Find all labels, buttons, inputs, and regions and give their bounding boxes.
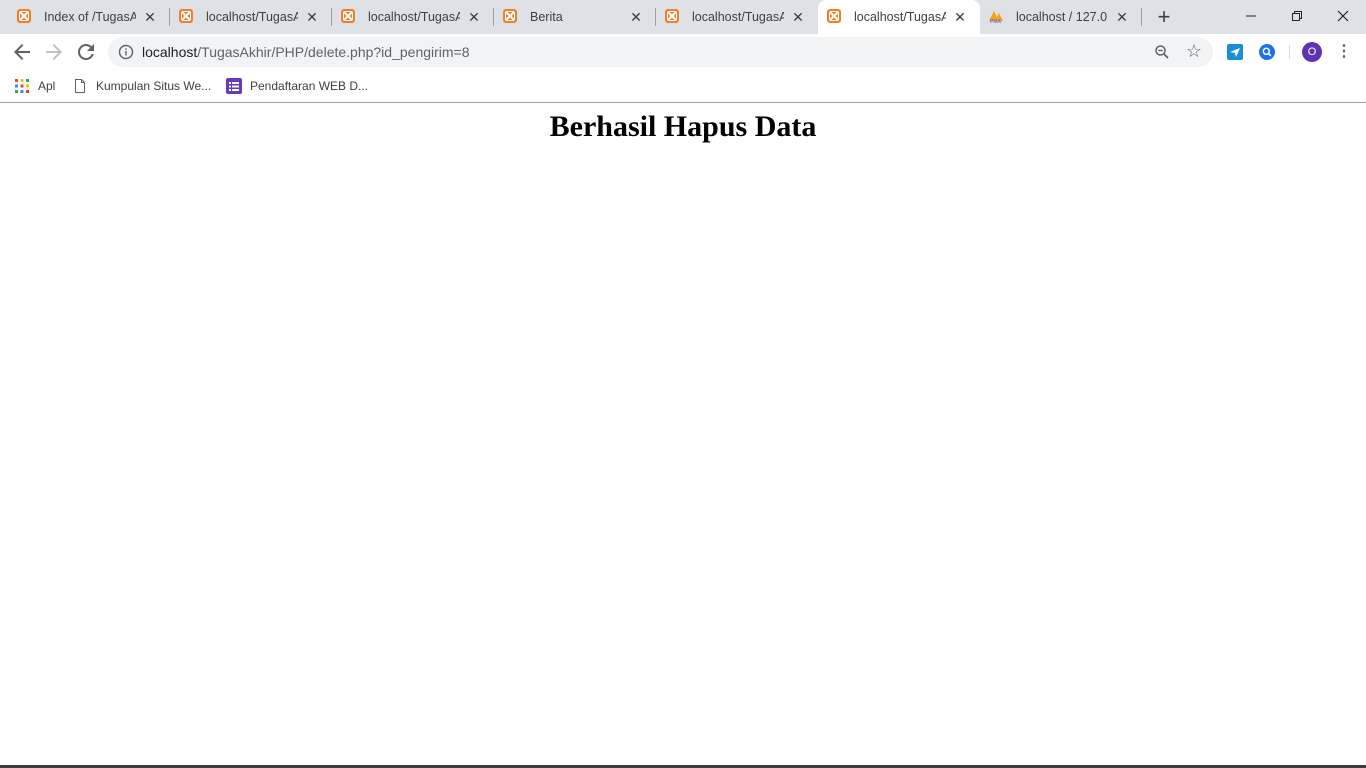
tab-index-of[interactable]: Index of /TugasAkhir ✕ — [8, 0, 170, 34]
bookmark-label: Pendaftaran WEB D... — [250, 79, 369, 93]
tab-title: Berita — [530, 10, 563, 24]
xampp-icon — [341, 9, 355, 23]
tab-title: Index of /TugasAkhir — [44, 10, 136, 24]
page-heading: Berhasil Hapus Data — [549, 110, 817, 143]
tab-berita[interactable]: Berita ✕ — [494, 0, 656, 34]
phpmyadmin-icon: PMA — [989, 11, 1003, 24]
forward-arrow-icon — [46, 44, 62, 60]
xampp-icon — [503, 9, 517, 23]
extension-search-icon[interactable] — [1259, 44, 1275, 60]
form-icon — [226, 78, 242, 94]
bookmarks-bar: Apl Kumpulan Situs We... Pendaftaran WEB… — [0, 70, 1366, 103]
toolbar-divider — [1289, 45, 1290, 59]
browser-menu-icon[interactable]: ⋮ — [1336, 42, 1352, 62]
tab-title: localhost/TugasAkhir — [368, 10, 460, 24]
bookmark-apps[interactable]: Apl — [14, 76, 55, 96]
bookmark-label: Kumpulan Situs We... — [96, 79, 212, 93]
tab-phpmyadmin[interactable]: PMA localhost / 127.0.0.1 ✕ — [980, 0, 1142, 34]
bookmark-label: Apl — [38, 79, 56, 93]
close-icon — [1337, 10, 1349, 22]
reload-icon — [77, 43, 94, 60]
tab-localhost-1[interactable]: localhost/TugasAkhir ✕ — [170, 0, 332, 34]
bookmark-star-icon[interactable]: ☆ — [1185, 42, 1203, 60]
extension-send-icon[interactable] — [1227, 44, 1243, 60]
back-button[interactable] — [10, 40, 34, 64]
address-bar[interactable]: localhost/TugasAkhir/PHP/delete.php?id_p… — [108, 37, 1213, 67]
tab-close-icon[interactable]: ✕ — [304, 9, 320, 25]
url-path: /TugasAkhir/PHP/delete.php?id_pengirim=8 — [197, 44, 470, 60]
tab-title: localhost / 127.0.0.1 — [1016, 10, 1108, 24]
tab-close-icon[interactable]: ✕ — [1114, 9, 1130, 25]
close-window-button[interactable] — [1320, 0, 1366, 30]
tab-localhost-2[interactable]: localhost/TugasAkhir ✕ — [332, 0, 494, 34]
tab-title: localhost/TugasAkhir — [854, 10, 946, 24]
tab-close-icon[interactable]: ✕ — [790, 9, 806, 25]
xampp-icon — [827, 9, 841, 23]
reload-button[interactable] — [74, 40, 98, 64]
tab-close-icon[interactable]: ✕ — [142, 9, 158, 25]
tab-strip: Index of /TugasAkhir ✕ localhost/TugasAk… — [0, 0, 1366, 34]
apps-grid-icon — [15, 79, 29, 93]
url-host: localhost — [142, 44, 198, 60]
tab-divider — [1141, 8, 1142, 26]
tab-close-icon[interactable]: ✕ — [628, 9, 644, 25]
svg-text:PMA: PMA — [990, 19, 1002, 24]
tab-title: localhost/TugasAkhir — [206, 10, 298, 24]
tab-close-icon[interactable]: ✕ — [466, 9, 482, 25]
bookmark-pendaftaran-web[interactable]: Pendaftaran WEB D... — [226, 76, 368, 96]
tab-close-icon[interactable]: ✕ — [952, 9, 968, 25]
profile-avatar[interactable]: O — [1302, 42, 1322, 62]
tab-title: localhost/TugasAkhir — [692, 10, 784, 24]
page-icon — [75, 79, 85, 93]
forward-button[interactable] — [42, 40, 66, 64]
info-icon[interactable] — [118, 44, 134, 60]
restore-button[interactable] — [1274, 0, 1320, 30]
browser-toolbar: localhost/TugasAkhir/PHP/delete.php?id_p… — [0, 34, 1366, 70]
back-arrow-icon — [14, 44, 30, 60]
tab-localhost-active[interactable]: localhost/TugasAkhir ✕ — [818, 0, 980, 34]
xampp-icon — [665, 9, 679, 23]
restore-icon — [1292, 11, 1302, 22]
minimize-button[interactable] — [1228, 0, 1274, 30]
xampp-icon — [179, 9, 193, 23]
bookmark-kumpulan-situs[interactable]: Kumpulan Situs We... — [72, 76, 211, 96]
minimize-icon — [1246, 15, 1256, 17]
zoom-icon[interactable] — [1154, 44, 1170, 60]
tab-localhost-3[interactable]: localhost/TugasAkhir ✕ — [656, 0, 818, 34]
xampp-icon — [17, 9, 31, 23]
new-tab-button[interactable]: + — [1154, 6, 1174, 28]
url-text[interactable]: localhost/TugasAkhir/PHP/delete.php?id_p… — [142, 44, 470, 60]
